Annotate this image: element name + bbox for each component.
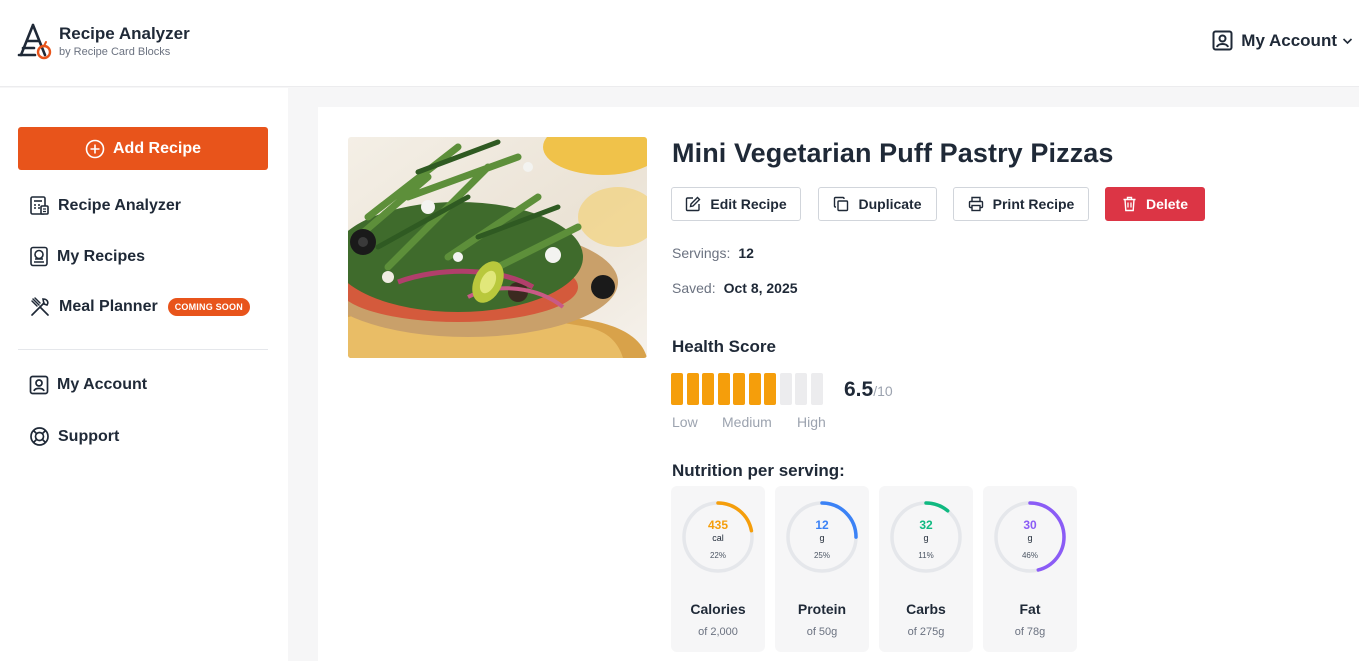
- add-recipe-label: Add Recipe: [112, 139, 201, 157]
- nutrition-card-carbs: 32 g 11% Carbs of 275g: [879, 486, 973, 652]
- utensils-icon: [31, 297, 49, 316]
- account-menu-label: My Account: [1241, 30, 1337, 50]
- edit-recipe-label: Edit Recipe: [710, 196, 787, 212]
- nutrition-value: 30: [1023, 518, 1037, 532]
- nutrition-value: 12: [815, 518, 829, 532]
- scale-label-low: Low: [672, 414, 698, 430]
- health-score-max: /10: [873, 383, 893, 399]
- app-subtitle: by Recipe Card Blocks: [59, 45, 171, 58]
- health-score-bar: [717, 373, 730, 405]
- app-title: Recipe Analyzer: [59, 23, 190, 43]
- health-score-bar: [686, 373, 699, 405]
- sidebar-item-my-recipes[interactable]: My Recipes: [29, 246, 145, 267]
- health-score-title: Health Score: [672, 337, 776, 356]
- recipe-title: Mini Vegetarian Puff Pastry Pizzas: [672, 138, 1114, 168]
- duplicate-button[interactable]: Duplicate: [818, 187, 937, 221]
- brand[interactable]: Recipe Analyzer by Recipe Card Blocks: [17, 22, 190, 60]
- user-square-icon: [29, 375, 49, 395]
- health-score-bar: [748, 373, 761, 405]
- recipe-card: Mini Vegetarian Puff Pastry Pizzas Edit …: [318, 107, 1359, 661]
- add-recipe-button[interactable]: Add Recipe: [18, 127, 268, 170]
- nutrition-unit: cal: [712, 533, 724, 543]
- plus-circle-icon: [85, 139, 105, 158]
- recipe-book-icon: [30, 246, 48, 267]
- sidebar-item-label: Support: [58, 427, 120, 445]
- nutrition-title: Nutrition per serving:: [672, 461, 845, 480]
- health-score-bar: [671, 373, 683, 405]
- lifebuoy-icon: [30, 427, 49, 446]
- print-recipe-label: Print Recipe: [992, 196, 1075, 212]
- nutrition-daily-value: of 50g: [806, 626, 838, 638]
- nutrition-percent: 11%: [918, 551, 934, 560]
- nutrition-name: Calories: [690, 601, 746, 617]
- nutrition-name: Protein: [797, 601, 847, 617]
- calculator-icon: [30, 196, 49, 215]
- delete-label: Delete: [1145, 196, 1189, 212]
- delete-button[interactable]: Delete: [1105, 187, 1205, 221]
- nutrition-card-protein: 12 g 25% Protein of 50g: [775, 486, 869, 652]
- edit-icon: [686, 196, 701, 212]
- sidebar-item-recipe-analyzer[interactable]: Recipe Analyzer: [29, 195, 181, 216]
- duplicate-label: Duplicate: [858, 196, 922, 212]
- top-bar: Recipe Analyzer by Recipe Card Blocks My…: [0, 0, 1359, 87]
- nutrition-name: Fat: [1019, 601, 1041, 617]
- sidebar-item-label: My Recipes: [57, 247, 146, 265]
- sidebar-item-label: Recipe Analyzer: [58, 196, 182, 214]
- recipe-analyzer-logo-icon: [17, 23, 52, 60]
- health-score-bar: [779, 373, 792, 405]
- nutrition-daily-value: of 78g: [1014, 626, 1046, 638]
- sidebar-item-my-account[interactable]: My Account: [29, 375, 147, 395]
- nutrition-unit: g: [923, 533, 929, 543]
- nutrition-card-fat: 30 g 46% Fat of 78g: [983, 486, 1077, 652]
- sidebar-item-label: My Account: [57, 376, 148, 393]
- nutrition-daily-value: of 275g: [907, 626, 945, 638]
- trash-icon: [1123, 196, 1136, 212]
- printer-icon: [968, 196, 983, 212]
- health-score-bar: [810, 373, 823, 405]
- servings-row: Servings: 12: [672, 245, 754, 261]
- sidebar-item-meal-planner[interactable]: Meal Planner COMING SOON: [29, 296, 250, 318]
- account-menu-button[interactable]: My Account: [1212, 30, 1353, 51]
- saved-row: Saved: Oct 8, 2025: [672, 280, 798, 296]
- health-score-bar: [795, 373, 807, 405]
- nutrition-name: Carbs: [906, 601, 946, 617]
- servings-label: Servings:: [672, 245, 731, 261]
- nutrition-unit: g: [819, 533, 825, 543]
- health-score-bar: [702, 373, 714, 405]
- nutrition-value: 32: [919, 518, 933, 532]
- sidebar-divider: [18, 349, 268, 350]
- saved-date: Oct 8, 2025: [723, 280, 798, 296]
- health-score-number: 6.5: [844, 378, 874, 401]
- edit-recipe-button[interactable]: Edit Recipe: [671, 187, 801, 221]
- sidebar-item-label: Meal Planner: [59, 298, 158, 315]
- user-square-icon: [1212, 30, 1233, 51]
- nutrition-unit: g: [1027, 533, 1033, 543]
- nutrition-percent: 46%: [1021, 551, 1038, 560]
- health-score-bar: [764, 373, 776, 405]
- servings-value: 12: [738, 245, 754, 261]
- nutrition-daily-value: of 2,000: [698, 626, 738, 638]
- health-score-bars: [671, 373, 826, 405]
- health-score-bar: [733, 373, 745, 405]
- scale-label-high: High: [797, 414, 826, 430]
- nutrition-value: 435: [707, 518, 729, 532]
- nutrition-percent: 22%: [709, 551, 726, 560]
- recipe-photo: [348, 137, 647, 358]
- scale-label-medium: Medium: [722, 414, 772, 430]
- nutrition-card-calories: 435 cal 22% Calories of 2,000: [671, 486, 765, 652]
- copy-icon: [834, 196, 849, 212]
- sidebar: Add Recipe Recipe Analyzer My Recipes Me…: [0, 88, 288, 661]
- print-recipe-button[interactable]: Print Recipe: [953, 187, 1089, 221]
- chevron-down-icon: [1342, 37, 1353, 44]
- sidebar-item-support[interactable]: Support: [29, 426, 119, 447]
- health-score-value: 6.5/10: [844, 378, 893, 402]
- saved-label: Saved:: [672, 280, 716, 296]
- coming-soon-badge: COMING SOON: [167, 298, 250, 316]
- nutrition-percent: 25%: [813, 551, 830, 560]
